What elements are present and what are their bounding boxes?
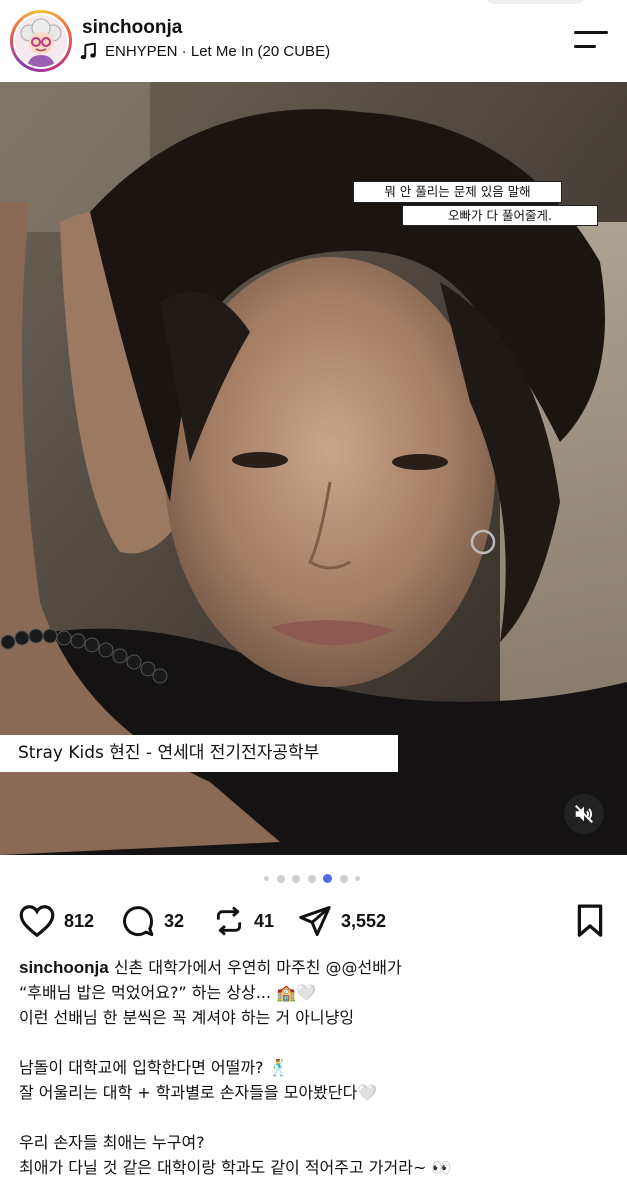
post-header: sinchoonja ENHYPEN · Let Me In (20 CUBE) xyxy=(0,0,627,82)
repost-button[interactable]: 41 xyxy=(213,902,274,940)
like-count: 812 xyxy=(64,910,95,931)
header-username[interactable]: sinchoonja xyxy=(82,17,182,39)
carousel-dot xyxy=(276,874,285,883)
caption-line: 잘 어울리는 대학 + 학과별로 손자들을 모아봤단다🤍 xyxy=(19,1083,378,1102)
caption-line: 우리 손자들 최애는 누구여? xyxy=(19,1133,205,1152)
status-pill xyxy=(485,0,585,4)
photo-caption-line1: 뭐 안 풀리는 문제 있음 말해 xyxy=(353,181,562,203)
share-count: 3,552 xyxy=(341,910,387,931)
grandma-avatar-icon xyxy=(13,13,69,69)
comment-icon xyxy=(123,906,154,937)
music-title: ENHYPEN · Let Me In (20 CUBE) xyxy=(105,43,331,60)
caption-line: 최애가 다닐 것 같은 대학이랑 학과도 같이 적어주고 가거라~ 👀 xyxy=(19,1158,452,1177)
repost-count: 41 xyxy=(254,910,275,931)
avatar-story-ring[interactable] xyxy=(10,10,72,72)
post-photo[interactable]: 뭐 안 풀리는 문제 있음 말해 오빠가 다 풀어줄게. Stray Kids … xyxy=(0,82,627,855)
post-caption: sinchoonja 신촌 대학가에서 우연히 마주친 @@선배가 “후배님 밥… xyxy=(19,955,619,1180)
send-icon xyxy=(299,906,331,936)
like-button[interactable]: 812 xyxy=(19,902,94,940)
caption-line: 남돌이 대학교에 입학한다면 어떨까? 🕺 xyxy=(19,1058,289,1077)
caption-text: 신촌 대학가에서 우연히 마주친 @@선배가 xyxy=(113,958,402,977)
heart-icon xyxy=(19,905,55,938)
comment-count: 32 xyxy=(164,910,185,931)
action-bar: 812 32 41 3,552 xyxy=(0,902,627,942)
carousel-dot xyxy=(339,874,348,883)
carousel-dot xyxy=(292,874,300,883)
music-info[interactable]: ENHYPEN · Let Me In (20 CUBE) xyxy=(80,43,330,60)
carousel-dot xyxy=(264,876,269,881)
carousel-dot-active xyxy=(323,874,332,883)
bookmark-button[interactable] xyxy=(575,902,605,940)
menu-icon[interactable] xyxy=(574,27,610,53)
repost-icon xyxy=(216,906,242,936)
carousel-dot xyxy=(307,874,316,883)
photo-name-label: Stray Kids 현진 - 연세대 전기전자공학부 xyxy=(0,735,398,772)
share-button[interactable]: 3,552 xyxy=(298,902,386,940)
carousel-dot xyxy=(355,876,360,881)
caption-line: “후배님 밥은 먹었어요?” 하는 상상... 🏫🤍 xyxy=(19,983,316,1002)
caption-username[interactable]: sinchoonja xyxy=(19,958,109,977)
photo-caption-line2: 오빠가 다 풀어줄게. xyxy=(402,205,598,226)
carousel-dots xyxy=(264,874,368,883)
comment-button[interactable]: 32 xyxy=(121,902,184,940)
bookmark-icon xyxy=(577,904,603,937)
music-note-icon xyxy=(80,43,96,60)
caption-line: 이런 선배님 한 분씩은 꼭 계셔야 하는 거 아니냥잉 xyxy=(19,1008,355,1027)
speaker-muted-icon[interactable] xyxy=(564,794,604,834)
caption-line: sinchoonja 신촌 대학가에서 우연히 마주친 @@선배가 xyxy=(19,955,619,980)
